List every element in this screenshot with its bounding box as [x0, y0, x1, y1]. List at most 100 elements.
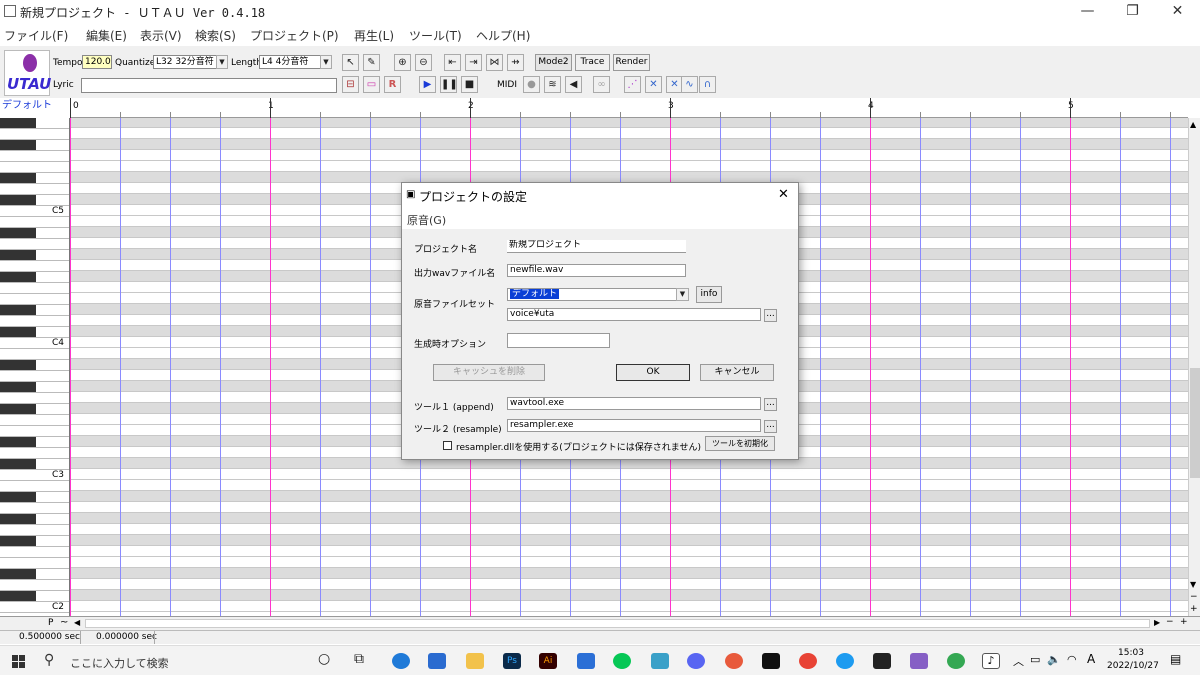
black-key[interactable]: [0, 536, 36, 546]
clear-cache-button[interactable]: キャッシュを削除: [433, 364, 545, 381]
cancel-button[interactable]: キャンセル: [700, 364, 774, 381]
env-icon-1[interactable]: ⋰: [624, 76, 641, 93]
trace-button[interactable]: Trace: [575, 54, 610, 71]
cortana-icon[interactable]: ○: [318, 651, 330, 667]
menu-file[interactable]: ファイル(F): [4, 27, 68, 44]
init-tools-button[interactable]: ツールを初期化: [705, 436, 775, 451]
vertical-scrollbar[interactable]: ▲ ▼ − +: [1188, 118, 1200, 616]
clock-date[interactable]: 2022/10/27: [1107, 661, 1159, 671]
zoom-in-icon[interactable]: ⊕: [394, 54, 411, 71]
voicebank-label[interactable]: デフォルト: [0, 98, 70, 118]
search-icon[interactable]: ⚲: [44, 652, 54, 668]
tool2-browse-button[interactable]: ...: [764, 420, 777, 433]
black-key[interactable]: [0, 228, 36, 238]
black-key[interactable]: [0, 459, 36, 469]
quantize-dropdown-icon[interactable]: ▼: [216, 55, 228, 69]
black-key[interactable]: [0, 327, 36, 337]
notes-icon[interactable]: [873, 653, 891, 669]
scroll-right-icon[interactable]: ▶: [1154, 618, 1160, 627]
photoshop-icon[interactable]: Ps: [503, 653, 521, 669]
menu-play[interactable]: 再生(L): [354, 27, 394, 44]
info-button[interactable]: info: [696, 286, 722, 303]
black-key[interactable]: [0, 492, 36, 502]
black-key[interactable]: [0, 272, 36, 282]
zoom-plus-icon[interactable]: +: [1190, 604, 1198, 614]
insert-r-icon[interactable]: R: [384, 76, 401, 93]
midi-settings-icon[interactable]: ≋: [544, 76, 561, 93]
utau-taskbar-icon[interactable]: ♪: [982, 653, 1000, 669]
tool2-input[interactable]: resampler.exe: [507, 419, 761, 432]
start-icon[interactable]: [12, 655, 25, 668]
black-key[interactable]: [0, 514, 36, 524]
volume-icon[interactable]: 🔈: [1047, 653, 1061, 666]
ibispaint-icon[interactable]: [762, 653, 780, 669]
explorer-icon[interactable]: [466, 653, 484, 669]
insert-rest-icon[interactable]: ⊟: [342, 76, 359, 93]
black-key[interactable]: [0, 404, 36, 414]
black-key[interactable]: [0, 305, 36, 315]
black-key[interactable]: [0, 195, 36, 205]
black-key[interactable]: [0, 437, 36, 447]
menu-view[interactable]: 表示(V): [140, 27, 182, 44]
clock-time[interactable]: 15:03: [1118, 648, 1144, 658]
length-dropdown-icon[interactable]: ▼: [320, 55, 332, 69]
tool1-browse-button[interactable]: ...: [764, 398, 777, 411]
scroll-left-icon[interactable]: ◀: [74, 618, 80, 627]
stop-icon[interactable]: ■: [461, 76, 478, 93]
split-icon[interactable]: ⋈: [486, 54, 503, 71]
voiceset-select[interactable]: デフォルト: [507, 288, 689, 301]
goto-end-icon[interactable]: ⇥: [465, 54, 482, 71]
play-icon[interactable]: ▶: [419, 76, 436, 93]
loop-icon[interactable]: ∞: [593, 76, 610, 93]
discord-icon[interactable]: [687, 653, 705, 669]
pause-icon[interactable]: ❚❚: [440, 76, 458, 93]
render-options-input[interactable]: [507, 333, 610, 348]
speaker-icon[interactable]: ◀: [565, 76, 582, 93]
tempo-input[interactable]: 120.0: [82, 55, 112, 69]
pitch-toggle[interactable]: P: [48, 618, 53, 628]
battery-icon[interactable]: ▭: [1030, 653, 1040, 666]
wifi-icon[interactable]: ◠: [1067, 653, 1077, 666]
black-key[interactable]: [0, 591, 36, 601]
ime-indicator[interactable]: A: [1087, 652, 1095, 666]
h-zoom-minus-icon[interactable]: −: [1166, 617, 1174, 627]
black-key[interactable]: [0, 118, 36, 128]
merge-icon[interactable]: ⇸: [507, 54, 524, 71]
black-key[interactable]: [0, 569, 36, 579]
black-key[interactable]: [0, 173, 36, 183]
wav-filename-input[interactable]: newfile.wav: [507, 264, 686, 277]
scroll-thumb[interactable]: [1190, 368, 1200, 478]
menu-search[interactable]: 検索(S): [195, 27, 236, 44]
voice-path-browse-button[interactable]: ...: [764, 309, 777, 322]
vibrato-toggle[interactable]: ~: [60, 617, 68, 628]
app-icon-orange[interactable]: [725, 653, 743, 669]
voiceset-dropdown-icon[interactable]: ▼: [676, 288, 689, 301]
notification-icon[interactable]: ▤: [1170, 652, 1181, 666]
black-key[interactable]: [0, 360, 36, 370]
pointer-tool-icon[interactable]: ↖: [342, 54, 359, 71]
minimize-button[interactable]: —: [1065, 0, 1110, 24]
goto-start-icon[interactable]: ⇤: [444, 54, 461, 71]
measure-ruler[interactable]: 0 1 2 3 4 5: [70, 98, 1188, 118]
menu-project[interactable]: プロジェクト(P): [250, 27, 339, 44]
app-icon-blue[interactable]: [651, 653, 669, 669]
render-button[interactable]: Render: [613, 54, 650, 71]
zoom-minus-icon[interactable]: −: [1190, 592, 1198, 602]
pencil-tool-icon[interactable]: ✎: [363, 54, 380, 71]
tool1-input[interactable]: wavtool.exe: [507, 397, 761, 410]
mode2-button[interactable]: Mode2: [535, 54, 572, 71]
chevron-up-icon[interactable]: ︿: [1013, 653, 1024, 669]
scroll-up-icon[interactable]: ▲: [1190, 120, 1196, 129]
length-select[interactable]: L4 4分音符: [259, 55, 321, 69]
visual-studio-icon[interactable]: [910, 653, 928, 669]
insert-note-icon[interactable]: ▭: [363, 76, 380, 93]
h-scroll-track[interactable]: [85, 619, 1150, 628]
taskbar-search-input[interactable]: ここに入力して検索: [70, 655, 169, 671]
lyric-input[interactable]: [81, 78, 337, 93]
dialog-menu-voice[interactable]: 原音(G): [407, 212, 446, 228]
illustrator-icon[interactable]: Ai: [539, 653, 557, 669]
edge-icon[interactable]: [392, 653, 410, 669]
task-view-icon[interactable]: ⧉: [354, 651, 364, 667]
h-zoom-plus-icon[interactable]: +: [1180, 617, 1188, 627]
close-button[interactable]: ✕: [1155, 0, 1200, 24]
